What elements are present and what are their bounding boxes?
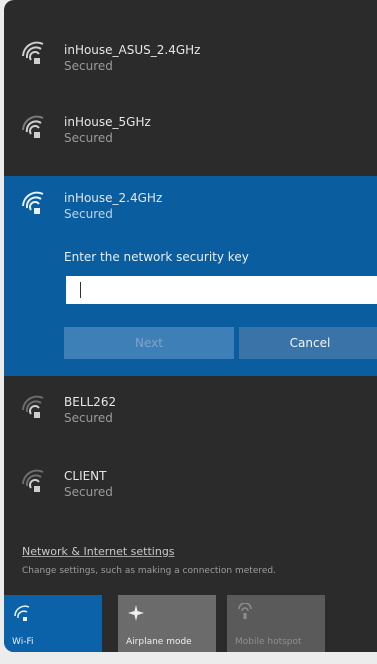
wifi-tile-label: Wi-Fi: [12, 637, 34, 647]
wifi-signal-icon: [22, 395, 44, 418]
wifi-tile[interactable]: Wi-Fi: [4, 595, 102, 652]
network-status: Secured: [64, 59, 113, 73]
mobile-hotspot-tile-label: Mobile hotspot: [235, 637, 302, 647]
network-status: Secured: [64, 411, 113, 425]
network-item[interactable]: BELL262 Secured: [4, 384, 377, 444]
network-name: inHouse_2.4GHz: [64, 191, 163, 205]
network-status: Secured: [64, 485, 113, 499]
security-key-label: Enter the network security key: [64, 250, 249, 264]
network-settings-link[interactable]: Network & Internet settings: [22, 545, 175, 558]
wifi-signal-icon: [22, 191, 44, 214]
airplane-mode-tile-label: Airplane mode: [126, 637, 192, 647]
network-item[interactable]: inHouse_5GHz Secured: [4, 104, 377, 164]
wifi-signal-icon: [22, 41, 44, 64]
network-status: Secured: [64, 131, 113, 145]
airplane-icon: [128, 605, 144, 621]
network-name: inHouse_ASUS_2.4GHz: [64, 43, 201, 57]
airplane-mode-tile[interactable]: Airplane mode: [118, 595, 216, 652]
wifi-icon: [14, 605, 30, 621]
cancel-button[interactable]: Cancel: [239, 327, 377, 359]
wifi-signal-icon: [22, 469, 44, 492]
network-name: inHouse_5GHz: [64, 115, 151, 129]
text-caret: [80, 282, 81, 298]
next-button[interactable]: Next: [64, 327, 234, 359]
mobile-hotspot-icon: [238, 603, 252, 619]
network-status: Secured: [64, 207, 113, 221]
network-name: CLIENT: [64, 469, 107, 483]
network-item[interactable]: inHouse_ASUS_2.4GHz Secured: [4, 30, 377, 90]
network-flyout: inHouse_ASUS_2.4GHz Secured inHouse_5GHz…: [4, 0, 377, 652]
mobile-hotspot-tile[interactable]: Mobile hotspot: [227, 595, 325, 652]
network-settings-description: Change settings, such as making a connec…: [22, 566, 276, 576]
network-name: BELL262: [64, 395, 117, 409]
wifi-signal-icon: [22, 115, 44, 138]
security-key-input[interactable]: [66, 276, 377, 304]
network-item[interactable]: CLIENT Secured: [4, 458, 377, 518]
